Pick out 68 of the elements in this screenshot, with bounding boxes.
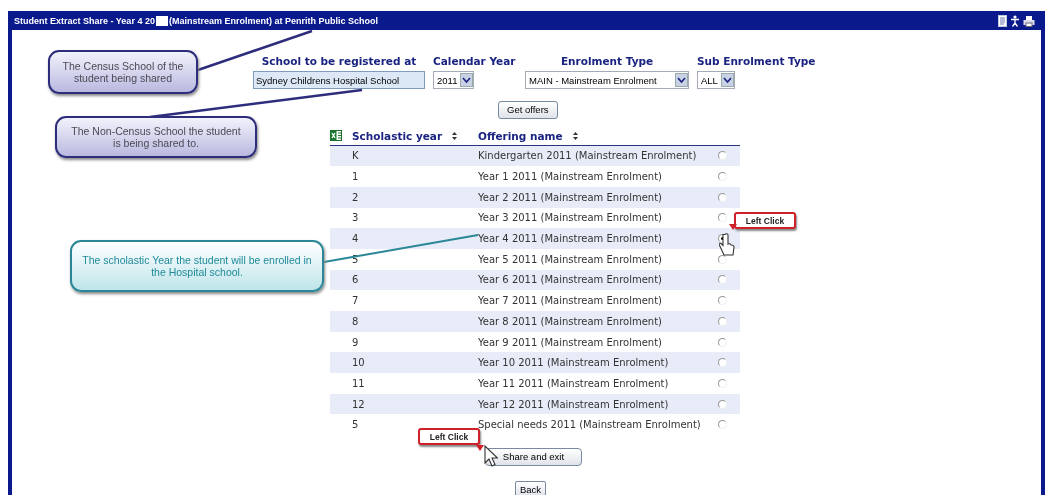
table-cell-text: 1 [352,171,360,183]
hand-cursor-icon [719,233,735,257]
radio-button[interactable] [718,275,727,285]
click-callout: Left Click [734,212,796,229]
callout-note: The Census School of the student being shared [48,50,198,94]
window-title: Student Extract Share - Year 4 20 [14,15,155,26]
radio-button[interactable] [718,151,727,161]
table-cell-text: Year 1 2011 (Mainstream Enrolment) [478,171,663,183]
school-field[interactable]: Sydney Childrens Hospital School [253,71,425,89]
get-offers-button[interactable]: Get offers [498,100,558,119]
redaction-block [155,15,168,26]
radio-button[interactable] [718,378,727,388]
back-button[interactable]: Back [515,481,547,495]
radio-button[interactable] [718,296,727,306]
radio-button[interactable] [718,399,727,409]
arrow-cursor-icon [484,445,498,467]
table-cell-text: Kindergarten 2011 (Mainstream Enrolment) [478,150,698,162]
table-cell-text: Year 3 2011 (Mainstream Enrolment) [478,212,663,224]
table-cell-text: 5 [352,419,360,431]
table-cell-text: 9 [352,336,360,348]
column-header[interactable]: Scholastic year [352,129,443,142]
document-icon[interactable] [998,14,1007,27]
radio-button[interactable] [718,420,727,430]
table-cell-text: Year 2 2011 (Mainstream Enrolment) [478,191,663,203]
radio-button[interactable] [718,316,727,326]
window-title: (Mainstream Enrolment) at Penrith Public School [168,15,378,26]
table-cell-text: Year 10 2011 (Mainstream Enrolment) [478,357,670,369]
table-cell-text: Year 7 2011 (Mainstream Enrolment) [478,295,663,307]
callout-note: The scholastic Year the student will be enrolled in the Hospital school. [70,240,324,292]
table-cell-text: 3 [352,212,360,224]
table-cell-text: Year 8 2011 (Mainstream Enrolment) [478,315,663,327]
radio-button[interactable] [718,192,727,202]
field-label: Enrolment Type [560,54,654,68]
table-cell-text: 2 [352,191,360,203]
table-cell-text: Year 4 2011 (Mainstream Enrolment) [478,233,663,245]
dropdown[interactable]: ALL [697,71,735,89]
dropdown[interactable]: MAIN - Mainstream Enrolment [525,71,689,89]
figure-icon[interactable] [1010,14,1020,27]
sort-icon[interactable] [452,131,458,140]
field-label: School to be registered at [261,54,417,68]
table-cell-text: 4 [352,233,360,245]
table-cell-text: Year 11 2011 (Mainstream Enrolment) [478,377,670,389]
table-cell-text: Year 9 2011 (Mainstream Enrolment) [478,336,663,348]
table-cell-text: Year 5 2011 (Mainstream Enrolment) [478,253,663,265]
radio-button[interactable] [718,337,727,347]
column-header[interactable]: Offering name [478,129,563,142]
radio-button[interactable] [718,213,727,223]
click-callout: Left Click [418,428,480,445]
table-cell-text: 8 [352,315,360,327]
table-cell-text: Year 12 2011 (Mainstream Enrolment) [478,398,670,410]
radio-button[interactable] [718,358,727,368]
field-label: Calendar Year [433,54,516,68]
table-cell-text: K [352,150,360,162]
table-cell-text: 6 [352,274,360,286]
table-cell-text: Year 6 2011 (Mainstream Enrolment) [478,274,663,286]
dropdown[interactable]: 2011 [433,71,475,89]
share-and-exit-button[interactable]: Share and exit [485,447,582,466]
callout-note: The Non-Census School the student is being shared to. [55,116,257,158]
table-cell-text: 10 [352,357,366,369]
radio-button[interactable] [718,172,727,182]
table-cell-text: 12 [352,398,366,410]
printer-icon[interactable] [1023,14,1035,27]
table-cell-text: 11 [352,377,366,389]
table-cell-text: Special needs 2011 (Mainstream Enrolment) [478,419,702,431]
field-label: Sub Enrolment Type [697,54,816,68]
table-cell-text: 7 [352,295,360,307]
sort-icon[interactable] [572,131,578,140]
spreadsheet-icon[interactable] [330,130,342,141]
